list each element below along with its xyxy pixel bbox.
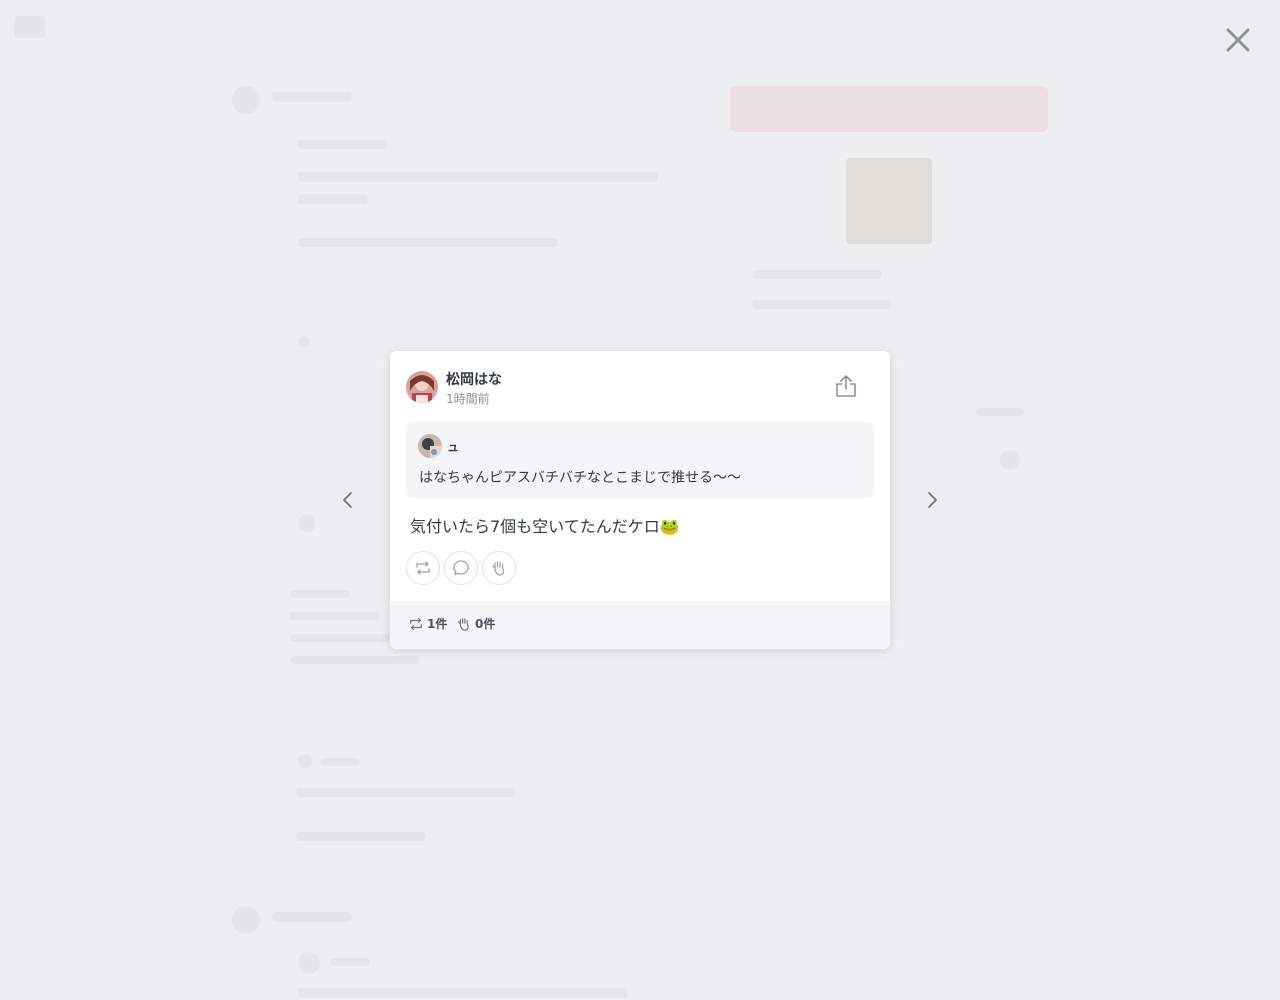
previous-post-button[interactable] bbox=[336, 488, 360, 512]
bg-avatar bbox=[1000, 450, 1020, 470]
bg-dot bbox=[298, 336, 310, 348]
bg-text-line bbox=[976, 408, 1024, 416]
bg-text-line bbox=[752, 300, 892, 309]
bg-text-line bbox=[272, 912, 352, 922]
bg-button bbox=[730, 86, 1048, 132]
share-icon bbox=[836, 375, 856, 397]
bg-text-line bbox=[290, 590, 350, 598]
close-button[interactable] bbox=[1222, 24, 1254, 56]
bg-avatar bbox=[232, 86, 260, 114]
comment-button[interactable] bbox=[444, 551, 478, 585]
quoted-post[interactable]: ュ はなちゃんピアスバチバチなとこまじで推せる〜〜 bbox=[406, 422, 874, 498]
repost-count-label: 1件 bbox=[427, 617, 448, 631]
clap-button[interactable] bbox=[482, 551, 516, 585]
quoted-author-name[interactable]: ュ bbox=[447, 438, 459, 455]
repost-icon bbox=[416, 561, 430, 575]
bg-text-line bbox=[272, 92, 352, 102]
post-body-text: 気付いたら7個も空いてたんだケロ🐸 bbox=[410, 517, 680, 536]
clap-count[interactable]: 0件 bbox=[456, 615, 495, 632]
comment-icon bbox=[453, 560, 469, 576]
post-stats-bar: 1件 0件 bbox=[390, 601, 890, 649]
clap-icon bbox=[458, 617, 469, 631]
bg-text-line bbox=[298, 238, 558, 247]
repost-icon bbox=[410, 617, 422, 630]
clap-count-label: 0件 bbox=[475, 617, 496, 631]
repost-count[interactable]: 1件 bbox=[408, 615, 447, 632]
bg-text-line bbox=[752, 270, 882, 279]
post-card: 松岡はな 1時間前 ュ はなちゃんピアスバチバチなとこまじで推せる〜〜 気付いた… bbox=[390, 351, 890, 649]
next-post-button[interactable] bbox=[920, 488, 944, 512]
bg-photo bbox=[846, 158, 932, 244]
chevron-right-icon bbox=[928, 492, 937, 508]
quoted-post-text: はなちゃんピアスバチバチなとこまじで推せる〜〜 bbox=[419, 470, 741, 486]
post-timestamp: 1時間前 bbox=[446, 392, 490, 406]
bg-avatar bbox=[232, 906, 260, 934]
repost-button[interactable] bbox=[406, 551, 440, 585]
author-name[interactable]: 松岡はな bbox=[446, 369, 502, 389]
bg-dot bbox=[298, 754, 312, 768]
author-avatar[interactable] bbox=[406, 371, 438, 403]
bg-text-line bbox=[298, 140, 388, 149]
bg-text-line bbox=[298, 194, 368, 204]
quoted-author-avatar[interactable] bbox=[418, 434, 442, 458]
bg-text-line bbox=[290, 656, 420, 664]
app-logo bbox=[14, 16, 46, 38]
bg-avatar bbox=[298, 952, 320, 974]
bg-text-line bbox=[296, 832, 426, 841]
clap-icon bbox=[492, 561, 505, 576]
chevron-left-icon bbox=[343, 492, 352, 508]
bg-avatar bbox=[298, 514, 316, 532]
bg-text-line bbox=[290, 634, 390, 642]
bg-text-line bbox=[298, 988, 628, 998]
bg-text-line bbox=[320, 758, 360, 766]
share-button[interactable] bbox=[834, 373, 858, 397]
bg-text-line bbox=[298, 172, 658, 182]
bg-text-line bbox=[290, 612, 380, 620]
bg-text-line bbox=[330, 958, 370, 966]
close-icon bbox=[1226, 28, 1250, 52]
bg-text-line bbox=[296, 788, 516, 797]
